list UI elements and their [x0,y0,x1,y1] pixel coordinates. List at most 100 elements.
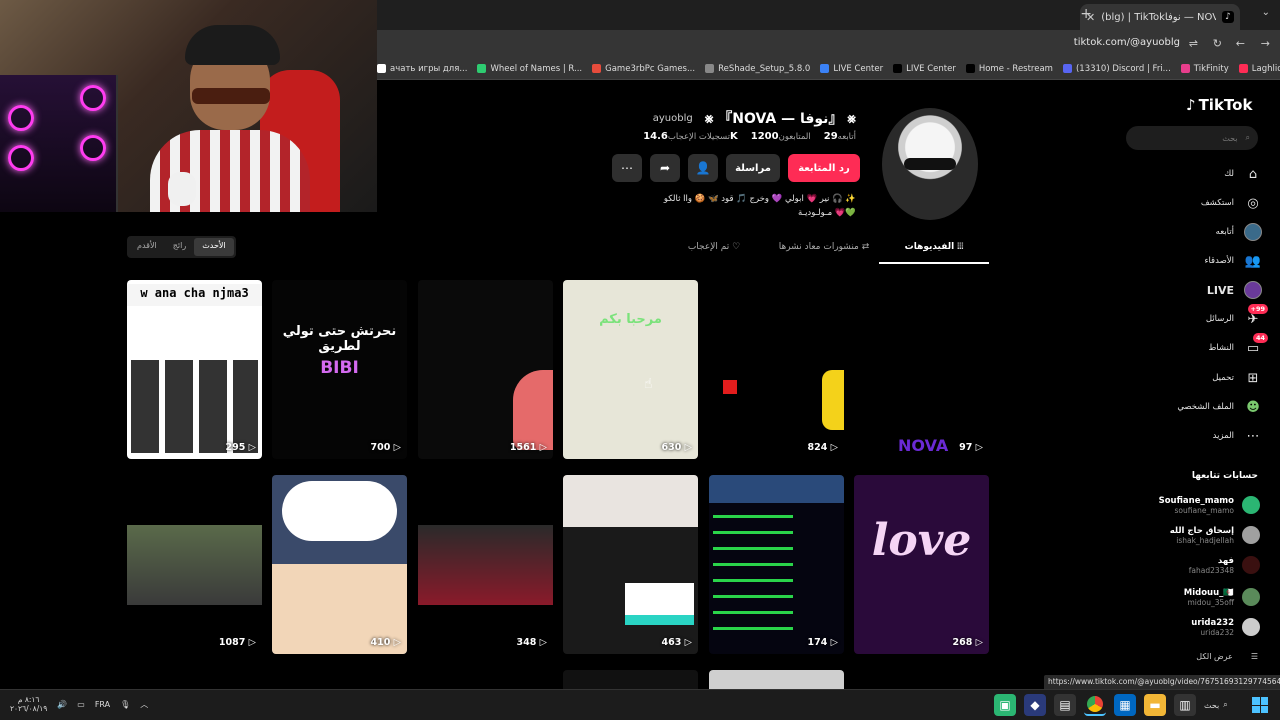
mic-icon[interactable]: 🎙 [120,700,130,709]
sidebar-item-profile[interactable]: الملف الشخصي ☻ [1100,396,1262,418]
tab-videos[interactable]: الفيديوهات ⦙⦙⦙ [879,236,989,264]
bookmark-item[interactable]: (13310) Discord | Fri... [1062,64,1171,74]
bookmark-favicon-icon [592,64,602,73]
tab-reposts[interactable]: منشورات معاد نشرها ⇄ [769,236,879,264]
sidebar-item-compass[interactable]: استكشف ◎ [1100,192,1262,214]
app-icon-gray[interactable]: ▤ [1054,694,1076,716]
video-thumbnail[interactable]: love 268 ▷ [854,475,989,654]
file-explorer-icon[interactable]: ▬ [1144,694,1166,716]
app-icon-green[interactable]: ▣ [994,694,1016,716]
back-icon[interactable]: → [1261,37,1270,50]
sidebar-item-friends[interactable]: الأصدقاء 👥 [1100,250,1262,272]
bookmark-item[interactable]: Home - Restream [965,64,1053,74]
windows-taskbar: ٨:١٦ م ٢٠٢٦/٠٨/١٩ 🔊 ▭ FRA 🎙 ︿ ▣ ◆ ▤ ▦ ▬ … [0,689,1280,720]
browser-toolbar: → ← ↻ ⇌ tiktok.com/@ayuoblg [377,30,1280,58]
start-windows-icon[interactable] [1252,697,1268,713]
followed-account[interactable]: إسحاق حاج الله ishak_hadjellah [1120,523,1260,547]
followed-account[interactable]: urida232 urida232 [1120,615,1260,639]
video-thumbnail-partial[interactable] [563,670,698,689]
tab-liked[interactable]: تم الإعجاب ♡ [659,236,769,264]
store-icon[interactable]: ▦ [1114,694,1136,716]
account-username: fahad23348 [1188,565,1234,575]
sidebar-item-activity[interactable]: النشاط ▭ 44 [1100,333,1268,359]
tiktok-logo[interactable]: ♪ TikTok [1186,96,1252,114]
video-thumbnail[interactable]: 410 ▷ [272,475,407,654]
sidebar-item-live[interactable]: LIVE [1100,279,1262,301]
language-indicator[interactable]: FRA [95,700,110,709]
video-thumbnail-partial[interactable] [709,670,844,689]
video-thumbnail[interactable]: 348 ▷ [418,475,553,654]
followed-account[interactable]: Soufiane_mamo soufiane_mamo [1120,493,1260,517]
taskbar-clock[interactable]: ٨:١٦ م ٢٠٢٦/٠٨/١٩ [10,695,47,713]
bookmark-item[interactable]: Laghlid_Soufi (...(+99) [1238,64,1280,74]
following-stat[interactable]: أتابعه29 [821,131,856,142]
forward-icon[interactable]: ← [1236,37,1245,50]
account-username: soufiane_mamo [1174,505,1234,515]
account-name: Midouu_🇩🇿 [1183,587,1234,598]
sidebar-item-home[interactable]: لك ⌂ [1100,163,1262,185]
notification-badge: +99 [1247,304,1268,314]
followers-stat[interactable]: المتابعون1200 [748,131,811,142]
sidebar-item-upload[interactable]: تحميل ⊞ [1100,367,1262,389]
following-heading: حسابات تتابعها [1191,471,1258,481]
message-button[interactable]: مراسلة [726,154,780,182]
view-count: 1561 ▷ [509,442,547,453]
search-input[interactable]: بحث ⌕ [1126,126,1258,150]
video-thumbnail[interactable]: 174 ▷ [709,475,844,654]
video-thumbnail[interactable]: نحرتش حتى تولي لطريق BIBI 700 ▷ [272,280,407,459]
chrome-taskbar-icon[interactable] [1084,694,1106,716]
account-name: فهد [1217,555,1234,566]
video-thumbnail[interactable]: 1561 ▷ [418,280,553,459]
new-tab-icon[interactable]: + [1080,6,1092,22]
person-add-icon: 👤 [695,161,711,175]
bookmark-item[interactable]: TikFinity [1180,64,1229,74]
followed-account[interactable]: فهد fahad23348 [1120,553,1260,577]
video-caption: love [871,515,972,566]
bookmark-item[interactable]: Game3rbPc Games... [592,64,695,74]
sort-latest[interactable]: الأحدث [194,238,234,256]
site-settings-icon[interactable]: ⇌ [1189,37,1198,50]
browser-tabstrip: ♪ (blg) | TikTok‎نوفا‎ — NOVA ✕ + ⌄ [377,0,1280,30]
bookmark-favicon-icon [1180,64,1190,73]
add-friend-button[interactable]: 👤 [688,154,718,182]
bookmarks-bar: ачать игры для... Wheel of Names | R... Ga… [377,58,1280,80]
video-thumbnail[interactable]: w ana cha njma3 295 ▷ [127,280,262,459]
sidebar-item-following-avatar[interactable]: أتابعه [1100,221,1262,243]
display-icon[interactable]: ▭ [77,700,85,709]
webcam-overlay [0,0,377,212]
app-icon-blue[interactable]: ◆ [1024,694,1046,716]
bookmark-item[interactable]: Wheel of Names | R... [477,64,582,74]
see-all-link[interactable]: عرض الكل ☰ [1120,652,1258,661]
play-icon: ▷ [245,637,256,648]
video-thumbnail[interactable]: 463 ▷ [563,475,698,654]
video-thumbnail[interactable]: NOVA 97 ▷ [854,280,989,459]
video-thumbnail[interactable]: مرحبا بكم 630 ▷ [563,280,698,459]
volume-icon[interactable]: 🔊 [57,700,67,709]
bookmark-item[interactable]: ReShade_Setup_5.8.0 [705,64,810,74]
streamer-cap [185,25,280,65]
upload-icon: ⊞ [1247,370,1259,386]
more-options-button[interactable]: ⋯ [612,154,642,182]
follow-back-button[interactable]: رد المتابعة [788,154,860,182]
ellipsis-icon: ⋯ [621,161,633,175]
address-bar[interactable]: tiktok.com/@ayuoblg [1074,37,1180,48]
sort-popular[interactable]: رائج [165,238,194,256]
taskbar-search[interactable]: بحث ⌕ [1204,694,1244,716]
bookmark-item[interactable]: LIVE Center [820,64,883,74]
reload-icon[interactable]: ↻ [1213,37,1222,50]
followed-account[interactable]: Midouu_🇩🇿 midou_35off [1120,585,1260,609]
video-thumbnail[interactable]: 1087 ▷ [127,475,262,654]
video-thumbnail[interactable]: 824 ▷ [709,280,844,459]
tray-chevron-icon[interactable]: ︿ [140,699,148,710]
browser-tab-active[interactable]: ♪ (blg) | TikTok‎نوفا‎ — NOVA ✕ [1080,4,1240,30]
bookmark-item[interactable]: LIVE Center [893,64,956,74]
sort-oldest[interactable]: الأقدم [129,238,165,256]
account-name: Soufiane_mamo [1158,495,1234,506]
share-button[interactable]: ➦ [650,154,680,182]
sidebar-item-messages[interactable]: الرسائل ✈ +99 [1100,304,1268,330]
play-icon: ▷ [245,442,256,453]
tab-search-icon[interactable]: ⌄ [1262,7,1270,18]
bookmark-item[interactable]: ачать игры для... [377,64,467,74]
sidebar-item-more[interactable]: المزيد ⋯ [1100,425,1262,447]
app-icon-task[interactable]: ▥ [1174,694,1196,716]
